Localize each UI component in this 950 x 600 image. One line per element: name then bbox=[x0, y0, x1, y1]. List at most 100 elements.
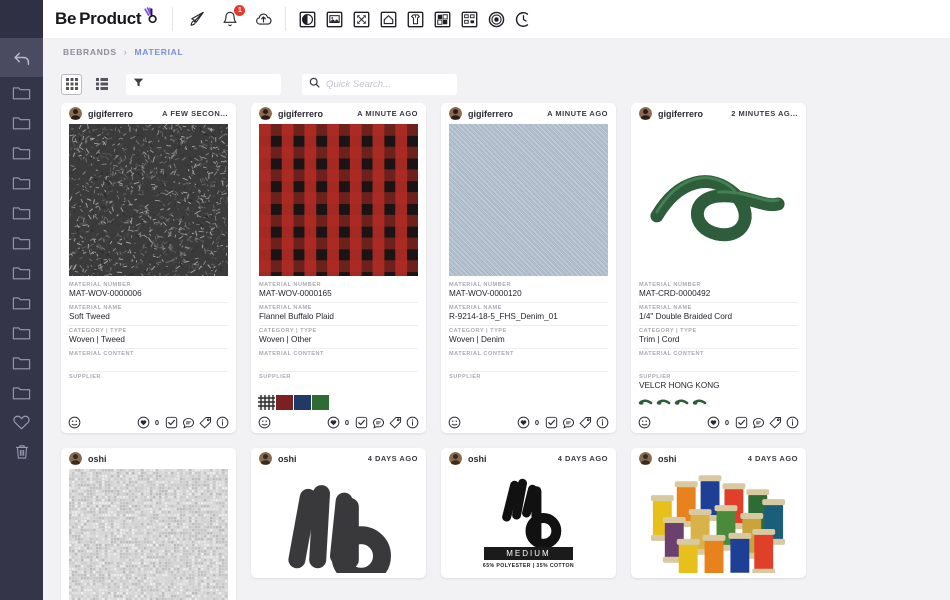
sidebar-item-folder-4[interactable] bbox=[0, 167, 43, 197]
material-image[interactable] bbox=[259, 469, 418, 578]
content-toolbar bbox=[43, 65, 950, 103]
grid-view-button[interactable] bbox=[61, 73, 82, 95]
approve-icon[interactable] bbox=[545, 416, 558, 429]
info-icon[interactable] bbox=[596, 416, 609, 429]
swatch[interactable] bbox=[258, 395, 275, 410]
field-category-type: CATEGORY | TYPE Woven | Denim bbox=[449, 326, 608, 349]
sidebar-item-trash[interactable] bbox=[0, 437, 43, 467]
card-username[interactable]: oshi bbox=[88, 454, 222, 464]
material-image[interactable] bbox=[65, 123, 233, 281]
sidebar-item-folder-1[interactable] bbox=[0, 77, 43, 107]
search-icon bbox=[309, 75, 320, 93]
home-icon[interactable] bbox=[379, 10, 398, 29]
rocket-icon[interactable] bbox=[187, 9, 207, 29]
breadcrumb-current[interactable]: MATERIAL bbox=[134, 47, 183, 57]
brand-logo[interactable]: Be Product bbox=[55, 7, 158, 30]
sidebar-item-folder-8[interactable] bbox=[0, 287, 43, 317]
card-username[interactable]: gigiferrero bbox=[88, 109, 156, 119]
material-card[interactable]: oshi 4 DAYS AGO bbox=[631, 448, 806, 578]
bell-icon[interactable]: 1 bbox=[220, 5, 246, 29]
like-icon[interactable] bbox=[517, 416, 530, 429]
material-image[interactable] bbox=[639, 124, 798, 276]
expand-icon[interactable] bbox=[352, 10, 371, 29]
card-username[interactable]: oshi bbox=[468, 454, 552, 464]
card-username[interactable]: gigiferrero bbox=[468, 109, 541, 119]
image-icon[interactable] bbox=[325, 10, 344, 29]
tag-icon[interactable] bbox=[769, 416, 782, 429]
card-username[interactable]: oshi bbox=[278, 454, 362, 464]
like-icon[interactable] bbox=[327, 416, 340, 429]
sidebar-item-folder-9[interactable] bbox=[0, 317, 43, 347]
swatch[interactable] bbox=[674, 395, 691, 410]
sidebar-item-folder-10[interactable] bbox=[0, 347, 43, 377]
tag-icon[interactable] bbox=[199, 416, 212, 429]
material-card[interactable]: gigiferrero 2 MINUTES AG... MATERIAL NUM… bbox=[631, 103, 806, 433]
sidebar-item-folder-7[interactable] bbox=[0, 257, 43, 287]
field-value: 1/4" Double Braided Cord bbox=[639, 312, 733, 321]
card-footer: 0 bbox=[61, 411, 236, 433]
material-card[interactable]: oshi MATERIAL NUMBER MAT-KNT-0000081 MAT… bbox=[61, 448, 236, 600]
swatch[interactable] bbox=[638, 395, 655, 410]
info-icon[interactable] bbox=[406, 416, 419, 429]
list-view-button[interactable] bbox=[91, 74, 112, 95]
approve-icon[interactable] bbox=[735, 416, 748, 429]
cloud-upload-icon[interactable] bbox=[253, 9, 273, 29]
swatch[interactable] bbox=[276, 395, 293, 410]
material-image[interactable] bbox=[259, 124, 418, 276]
material-card[interactable]: gigiferrero A FEW SECON... MATERIAL NUMB… bbox=[61, 103, 236, 433]
mood-icon[interactable] bbox=[68, 416, 81, 429]
sidebar-item-folder-2[interactable] bbox=[0, 107, 43, 137]
approve-icon[interactable] bbox=[165, 416, 178, 429]
contrast-icon[interactable] bbox=[298, 10, 317, 29]
sidebar-item-favorites[interactable] bbox=[0, 407, 43, 437]
tag-icon[interactable] bbox=[579, 416, 592, 429]
comment-icon[interactable] bbox=[372, 416, 385, 429]
swatch[interactable] bbox=[656, 395, 673, 410]
material-image[interactable] bbox=[69, 469, 228, 600]
like-icon[interactable] bbox=[137, 416, 150, 429]
target-icon[interactable] bbox=[487, 10, 506, 29]
comment-icon[interactable] bbox=[562, 416, 575, 429]
info-icon[interactable] bbox=[216, 416, 229, 429]
swatch[interactable] bbox=[312, 395, 329, 410]
material-icon[interactable] bbox=[433, 10, 452, 29]
mood-icon[interactable] bbox=[258, 416, 271, 429]
card-username[interactable]: oshi bbox=[658, 454, 742, 464]
field-label: MATERIAL NAME bbox=[449, 305, 502, 311]
material-card[interactable]: gigiferrero A MINUTE AGO MATERIAL NUMBER… bbox=[441, 103, 616, 433]
sidebar-item-folder-11[interactable] bbox=[0, 377, 43, 407]
material-card[interactable]: gigiferrero A MINUTE AGO MATERIAL NUMBER… bbox=[251, 103, 426, 433]
material-card[interactable]: oshi 4 DAYS AGO bbox=[251, 448, 426, 578]
garment-icon[interactable] bbox=[406, 10, 425, 29]
palette-grid-icon[interactable] bbox=[460, 10, 479, 29]
sidebar-back-button[interactable] bbox=[0, 38, 43, 77]
field-category-type: CATEGORY | TYPE Trim | Cord bbox=[639, 326, 798, 349]
mood-icon[interactable] bbox=[448, 416, 461, 429]
comment-icon[interactable] bbox=[752, 416, 765, 429]
breadcrumb-root[interactable]: BEBRANDS bbox=[63, 47, 117, 57]
mood-icon[interactable] bbox=[638, 416, 651, 429]
card-username[interactable]: gigiferrero bbox=[658, 109, 725, 119]
history-icon[interactable] bbox=[514, 10, 533, 29]
sidebar-item-folder-3[interactable] bbox=[0, 137, 43, 167]
comment-icon[interactable] bbox=[182, 416, 195, 429]
like-icon[interactable] bbox=[707, 416, 720, 429]
material-image[interactable] bbox=[639, 469, 798, 578]
card-username[interactable]: gigiferrero bbox=[278, 109, 351, 119]
search-field[interactable] bbox=[302, 73, 457, 95]
approve-icon[interactable] bbox=[355, 416, 368, 429]
swatch[interactable] bbox=[294, 395, 311, 410]
filter-field[interactable] bbox=[126, 73, 281, 95]
tag-icon[interactable] bbox=[389, 416, 402, 429]
sidebar-item-folder-5[interactable] bbox=[0, 197, 43, 227]
swatch[interactable] bbox=[692, 395, 709, 410]
material-card[interactable]: oshi 4 DAYS AGO MEDIUM 65% POLYESTER | 3… bbox=[441, 448, 616, 578]
sidebar-item-folder-6[interactable] bbox=[0, 227, 43, 257]
material-image[interactable]: MEDIUM 65% POLYESTER | 35% COTTON bbox=[449, 469, 608, 573]
header-action-icons: 1 bbox=[187, 5, 273, 29]
filter-input[interactable] bbox=[150, 78, 274, 90]
material-image[interactable] bbox=[441, 123, 616, 277]
info-icon[interactable] bbox=[786, 416, 799, 429]
search-input[interactable] bbox=[326, 78, 450, 90]
field-value: MAT-WOV-0000165 bbox=[259, 289, 332, 298]
